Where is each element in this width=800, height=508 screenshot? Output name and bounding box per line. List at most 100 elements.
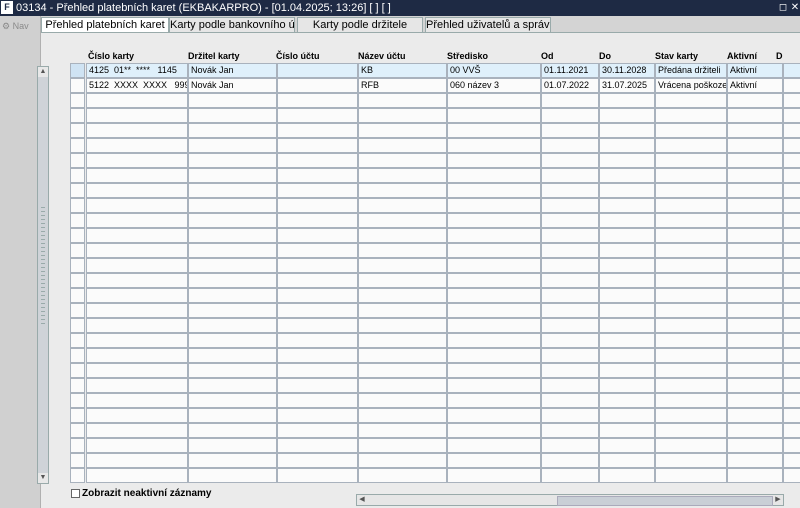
grid-cell[interactable] [277, 273, 358, 288]
grid-cell[interactable] [447, 213, 541, 228]
grid-cell[interactable] [86, 438, 188, 453]
grid-cell[interactable] [783, 213, 800, 228]
grid-cell[interactable] [86, 183, 188, 198]
grid-cell[interactable] [447, 453, 541, 468]
grid-cell[interactable] [655, 318, 727, 333]
grid-cell[interactable] [358, 93, 447, 108]
horizontal-scrollbar[interactable]: ◀ ▶ [356, 494, 784, 506]
grid-cell[interactable] [86, 423, 188, 438]
grid-cell[interactable] [727, 378, 783, 393]
grid-cell[interactable] [86, 378, 188, 393]
grid-cell[interactable] [783, 303, 800, 318]
grid-cell[interactable] [447, 468, 541, 483]
row-selector[interactable] [70, 303, 85, 318]
grid-cell[interactable] [188, 153, 277, 168]
grid-cell[interactable] [727, 468, 783, 483]
grid-cell[interactable] [727, 438, 783, 453]
grid-cell[interactable] [447, 243, 541, 258]
grid-cell[interactable] [599, 303, 655, 318]
grid-cell[interactable] [188, 243, 277, 258]
row-selector[interactable] [70, 288, 85, 303]
grid-cell[interactable] [447, 153, 541, 168]
grid-cell[interactable] [447, 423, 541, 438]
grid-cell[interactable]: Novák Jan [188, 63, 277, 78]
grid-cell[interactable] [277, 228, 358, 243]
grid-cell[interactable] [277, 183, 358, 198]
grid-cell[interactable] [277, 243, 358, 258]
grid-cell[interactable] [86, 303, 188, 318]
grid-cell[interactable] [783, 378, 800, 393]
grid-cell[interactable] [447, 303, 541, 318]
grid-cell[interactable] [277, 108, 358, 123]
grid-cell[interactable] [783, 138, 800, 153]
grid-cell[interactable] [86, 123, 188, 138]
grid-cell[interactable] [188, 213, 277, 228]
grid-cell[interactable] [358, 258, 447, 273]
grid-cell[interactable] [86, 93, 188, 108]
grid-cell[interactable] [655, 138, 727, 153]
grid-cell[interactable] [599, 123, 655, 138]
grid-cell[interactable] [783, 123, 800, 138]
grid-cell[interactable] [358, 348, 447, 363]
grid-cell[interactable] [188, 378, 277, 393]
grid-cell[interactable] [783, 168, 800, 183]
grid-cell[interactable] [783, 93, 800, 108]
grid-cell[interactable] [86, 258, 188, 273]
column-header-active[interactable]: Aktivní [727, 51, 757, 61]
row-selector[interactable] [70, 408, 85, 423]
grid-cell[interactable]: KB [358, 63, 447, 78]
grid-cell[interactable] [358, 333, 447, 348]
grid-cell[interactable] [727, 153, 783, 168]
grid-cell[interactable] [277, 213, 358, 228]
grid-cell[interactable] [541, 453, 599, 468]
grid-cell[interactable] [655, 198, 727, 213]
grid-cell[interactable] [277, 138, 358, 153]
grid-cell[interactable] [541, 93, 599, 108]
tab-cards-by-account[interactable]: Karty podle bankovního účtu [169, 17, 295, 32]
grid-cell[interactable] [277, 93, 358, 108]
grid-cell[interactable] [783, 228, 800, 243]
row-selector[interactable] [70, 78, 85, 93]
grid-cell[interactable] [655, 93, 727, 108]
grid-cell[interactable] [599, 273, 655, 288]
grid-cell[interactable] [541, 333, 599, 348]
column-header-card-number[interactable]: Číslo karty [88, 51, 134, 61]
grid-cell[interactable] [599, 423, 655, 438]
tab-card-overview[interactable]: Přehled platebních karet [41, 17, 169, 32]
grid-cell[interactable] [727, 123, 783, 138]
grid-cell[interactable] [599, 93, 655, 108]
grid-cell[interactable] [727, 288, 783, 303]
close-icon[interactable]: ✕ [789, 0, 800, 16]
grid-cell[interactable] [727, 423, 783, 438]
grid-cell[interactable] [277, 423, 358, 438]
grid-cell[interactable] [447, 408, 541, 423]
grid-cell[interactable] [655, 123, 727, 138]
grid-cell[interactable] [86, 333, 188, 348]
row-selector[interactable] [70, 423, 85, 438]
grid-cell[interactable] [783, 183, 800, 198]
grid-cell[interactable]: 30.11.2028 [599, 63, 655, 78]
row-selector[interactable] [70, 333, 85, 348]
grid-cell[interactable]: 4125 01** **** 1145 [86, 63, 188, 78]
grid-cell[interactable] [541, 423, 599, 438]
grid-cell[interactable] [783, 273, 800, 288]
grid-cell[interactable] [599, 213, 655, 228]
scroll-grip[interactable] [41, 207, 45, 327]
grid-cell[interactable] [277, 438, 358, 453]
grid-cell[interactable] [599, 408, 655, 423]
grid-cell[interactable]: 5122 XXXX XXXX 9999 [86, 78, 188, 93]
grid-cell[interactable] [86, 393, 188, 408]
row-selector[interactable] [70, 438, 85, 453]
grid-cell[interactable]: Novák Jan [188, 78, 277, 93]
scroll-left-icon[interactable]: ◀ [357, 495, 367, 505]
grid-cell[interactable] [783, 333, 800, 348]
grid-cell[interactable] [358, 453, 447, 468]
nav-button[interactable]: ⚙ Nav [2, 21, 29, 32]
column-header-account-number[interactable]: Číslo účtu [276, 51, 320, 61]
grid-cell[interactable] [655, 468, 727, 483]
grid-cell[interactable] [599, 438, 655, 453]
grid-cell[interactable] [727, 363, 783, 378]
grid-cell[interactable] [599, 153, 655, 168]
grid-cell[interactable] [783, 318, 800, 333]
row-selector[interactable] [70, 198, 85, 213]
